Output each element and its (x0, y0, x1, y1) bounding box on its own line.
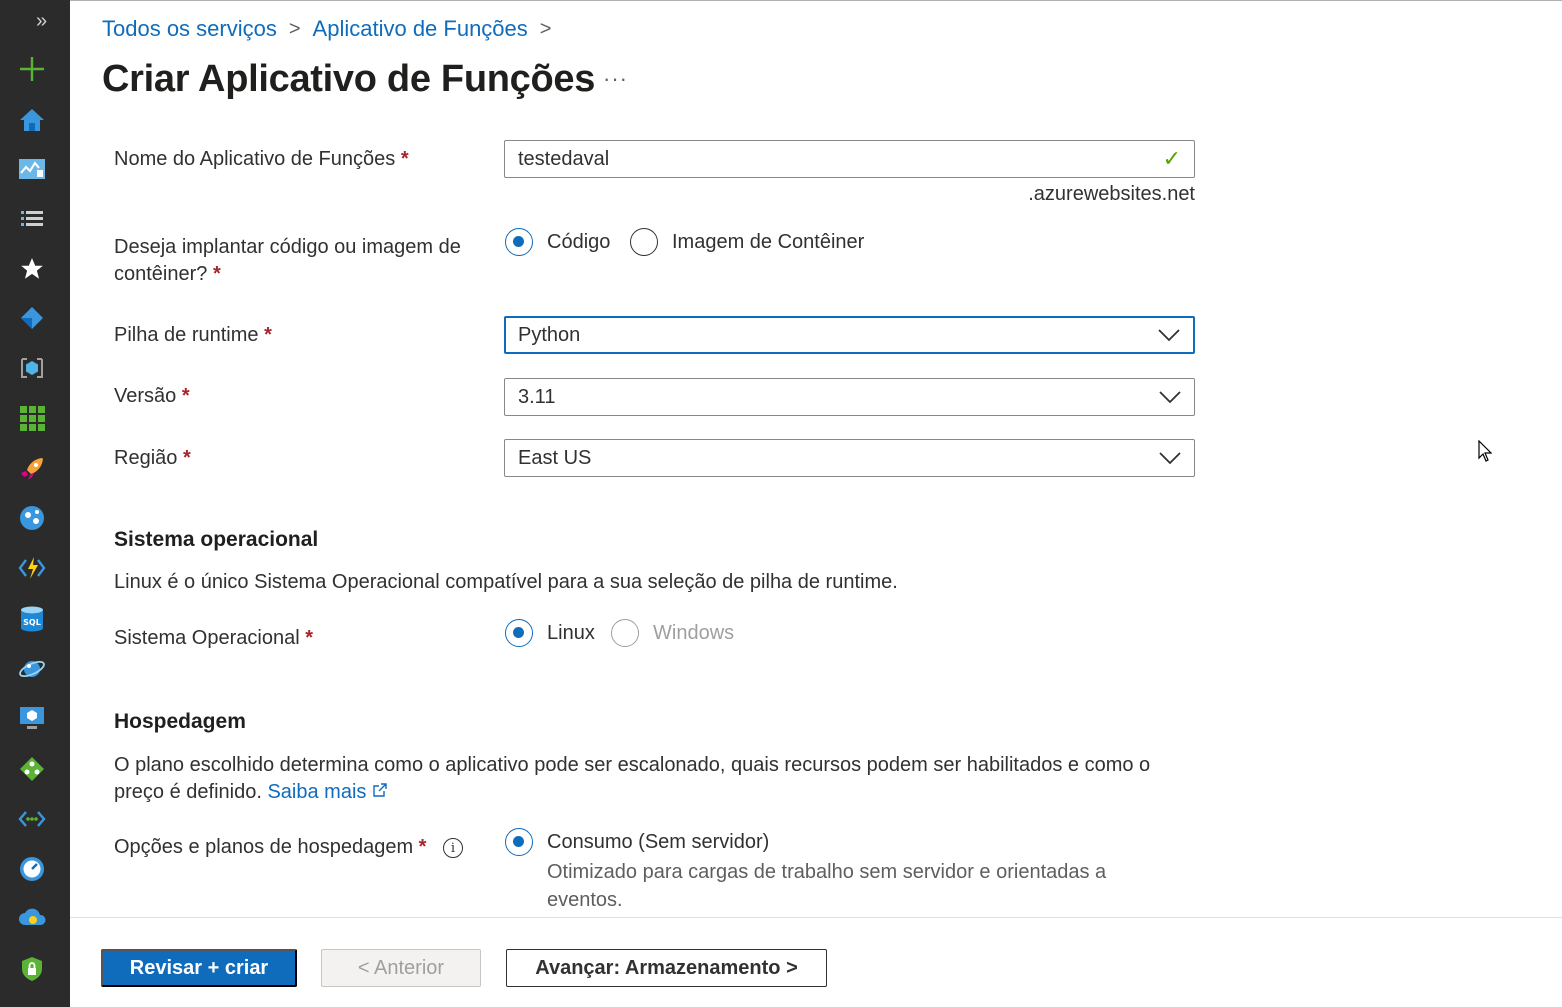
version-label: Versão * (114, 385, 190, 407)
top-border (70, 0, 1562, 1)
breadcrumb-separator: > (539, 17, 552, 40)
breadcrumb-link-function-app[interactable]: Aplicativo de Funções (313, 16, 528, 42)
azure-devops-icon[interactable] (17, 303, 47, 333)
domain-suffix: .azurewebsites.net (1028, 183, 1195, 205)
mouse-cursor-icon (1478, 440, 1492, 462)
expand-menu-icon[interactable]: » (36, 10, 47, 33)
quickstart-icon[interactable] (17, 454, 47, 484)
chevron-down-icon (1158, 329, 1180, 342)
valid-check-icon: ✓ (1162, 146, 1181, 171)
home-icon[interactable] (17, 105, 47, 135)
virtual-network-icon[interactable] (17, 804, 47, 834)
favorites-icon[interactable] (17, 254, 47, 284)
breadcrumb-separator: > (288, 17, 301, 40)
review-create-button[interactable]: Revisar + criar (101, 949, 297, 987)
hosting-section-heading: Hospedagem (114, 710, 246, 733)
cosmos-db-icon[interactable] (17, 654, 47, 684)
page-title: Criar Aplicativo de Funções (102, 58, 596, 100)
required-marker: * (212, 263, 221, 285)
required-marker: * (305, 627, 314, 649)
os-section-description: Linux é o único Sistema Operacional comp… (114, 571, 898, 593)
previous-button: < Anterior (321, 949, 481, 987)
svg-text:SQL: SQL (23, 618, 41, 627)
load-balancer-icon[interactable] (17, 754, 47, 784)
version-select[interactable]: 3.11 (504, 378, 1195, 416)
app-name-label: Nome do Aplicativo de Funções * (114, 148, 409, 170)
dashboard-icon[interactable] (17, 154, 47, 184)
radio-windows: Windows (611, 619, 734, 647)
external-link-icon (373, 783, 387, 797)
consumption-description: Otimizado para cargas de trabalho sem se… (547, 861, 1107, 911)
radio-container-image-label: Imagem de Contêiner (672, 230, 865, 253)
learn-more-link[interactable]: Saiba mais (267, 781, 388, 803)
advisor-icon[interactable] (17, 904, 47, 934)
radio-linux[interactable]: Linux (505, 619, 595, 647)
chevron-down-icon (1159, 452, 1181, 465)
radio-consumption[interactable]: Consumo (Sem servidor) (505, 828, 769, 856)
required-marker: * (181, 385, 190, 407)
region-label: Região * (114, 447, 191, 469)
app-name-value: testedaval (518, 147, 610, 170)
radio-windows-circle (611, 619, 639, 647)
deploy-type-label: Deseja implantar código ou imagem de con… (114, 236, 461, 285)
app-services-icon[interactable] (17, 503, 47, 533)
breadcrumb: Todos os serviços > Aplicativo de Funçõe… (102, 16, 563, 42)
info-icon[interactable]: i (443, 838, 463, 858)
hosting-options-label: Opções e planos de hospedagem * (114, 836, 427, 858)
container-icon[interactable] (17, 353, 47, 383)
region-select[interactable]: East US (504, 439, 1195, 477)
all-services-icon[interactable] (17, 204, 47, 234)
security-center-icon[interactable] (17, 954, 47, 984)
monitor-icon[interactable] (17, 854, 47, 884)
radio-windows-label: Windows (653, 621, 735, 644)
footer-divider (70, 917, 1562, 918)
radio-container-image[interactable]: Imagem de Contêiner (630, 228, 864, 256)
radio-linux-label: Linux (547, 621, 595, 644)
function-app-icon[interactable] (17, 553, 47, 583)
radio-container-image-circle[interactable] (630, 228, 658, 256)
create-resource-icon[interactable] (17, 54, 47, 84)
required-marker: * (400, 148, 409, 170)
version-value: 3.11 (518, 385, 556, 408)
radio-code[interactable]: Código (505, 228, 610, 256)
all-resources-icon[interactable] (17, 403, 47, 433)
sql-database-icon[interactable]: SQL (17, 604, 47, 634)
chevron-down-icon (1159, 391, 1181, 404)
os-label: Sistema Operacional * (114, 627, 314, 649)
runtime-stack-value: Python (518, 323, 581, 346)
radio-consumption-label: Consumo (Sem servidor) (547, 830, 770, 853)
app-name-input[interactable]: testedaval ✓ (504, 140, 1195, 178)
radio-linux-circle[interactable] (505, 619, 533, 647)
required-marker: * (264, 324, 272, 346)
left-nav-rail: » SQL (0, 0, 70, 1007)
radio-code-circle[interactable] (505, 228, 533, 256)
region-value: East US (518, 446, 592, 469)
radio-consumption-circle[interactable] (505, 828, 533, 856)
required-marker: * (182, 447, 191, 469)
radio-code-label: Código (547, 230, 611, 253)
hosting-section-description: O plano escolhido determina como o aplic… (114, 754, 1151, 803)
runtime-stack-label: Pilha de runtime * (114, 324, 272, 346)
virtual-machine-icon[interactable] (17, 703, 47, 733)
next-storage-button[interactable]: Avançar: Armazenamento > (506, 949, 827, 987)
more-options-button[interactable]: ··· (603, 66, 628, 92)
runtime-stack-select[interactable]: Python (504, 316, 1195, 354)
os-section-heading: Sistema operacional (114, 528, 319, 551)
required-marker: * (418, 836, 427, 858)
breadcrumb-link-all-services[interactable]: Todos os serviços (102, 16, 277, 42)
